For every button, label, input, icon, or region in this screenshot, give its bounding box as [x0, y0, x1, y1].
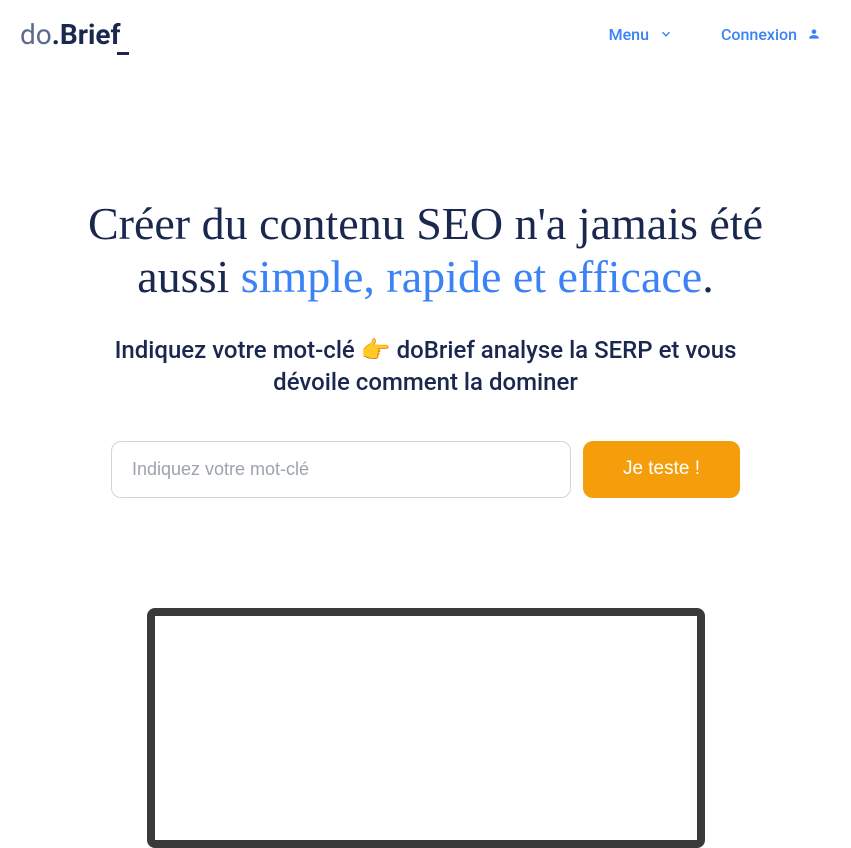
search-form: Je teste ! — [91, 441, 761, 498]
hero: Créer du contenu SEO n'a jamais été auss… — [0, 68, 851, 848]
logo[interactable]: do.Brief — [20, 18, 121, 51]
user-icon — [807, 27, 821, 41]
connexion-button[interactable]: Connexion — [721, 25, 821, 44]
logo-prefix: do — [20, 18, 52, 51]
test-button[interactable]: Je teste ! — [583, 441, 740, 498]
hero-title-part2: . — [702, 251, 714, 302]
hero-title-highlight: simple, rapide et efficace — [241, 251, 702, 302]
nav: Menu Connexion — [609, 25, 821, 44]
keyword-input[interactable] — [111, 441, 571, 498]
menu-label: Menu — [609, 25, 649, 44]
hero-subtitle: Indiquez votre mot-clé 👉 doBrief analyse… — [86, 334, 766, 399]
logo-main: .Brief — [52, 18, 121, 51]
chevron-down-icon — [659, 27, 673, 41]
header: do.Brief Menu Connexion — [0, 0, 851, 68]
hero-title: Créer du contenu SEO n'a jamais été auss… — [46, 198, 806, 304]
connexion-label: Connexion — [721, 25, 797, 44]
menu-button[interactable]: Menu — [609, 25, 673, 44]
preview-inner — [161, 622, 691, 834]
preview-frame — [147, 608, 705, 848]
